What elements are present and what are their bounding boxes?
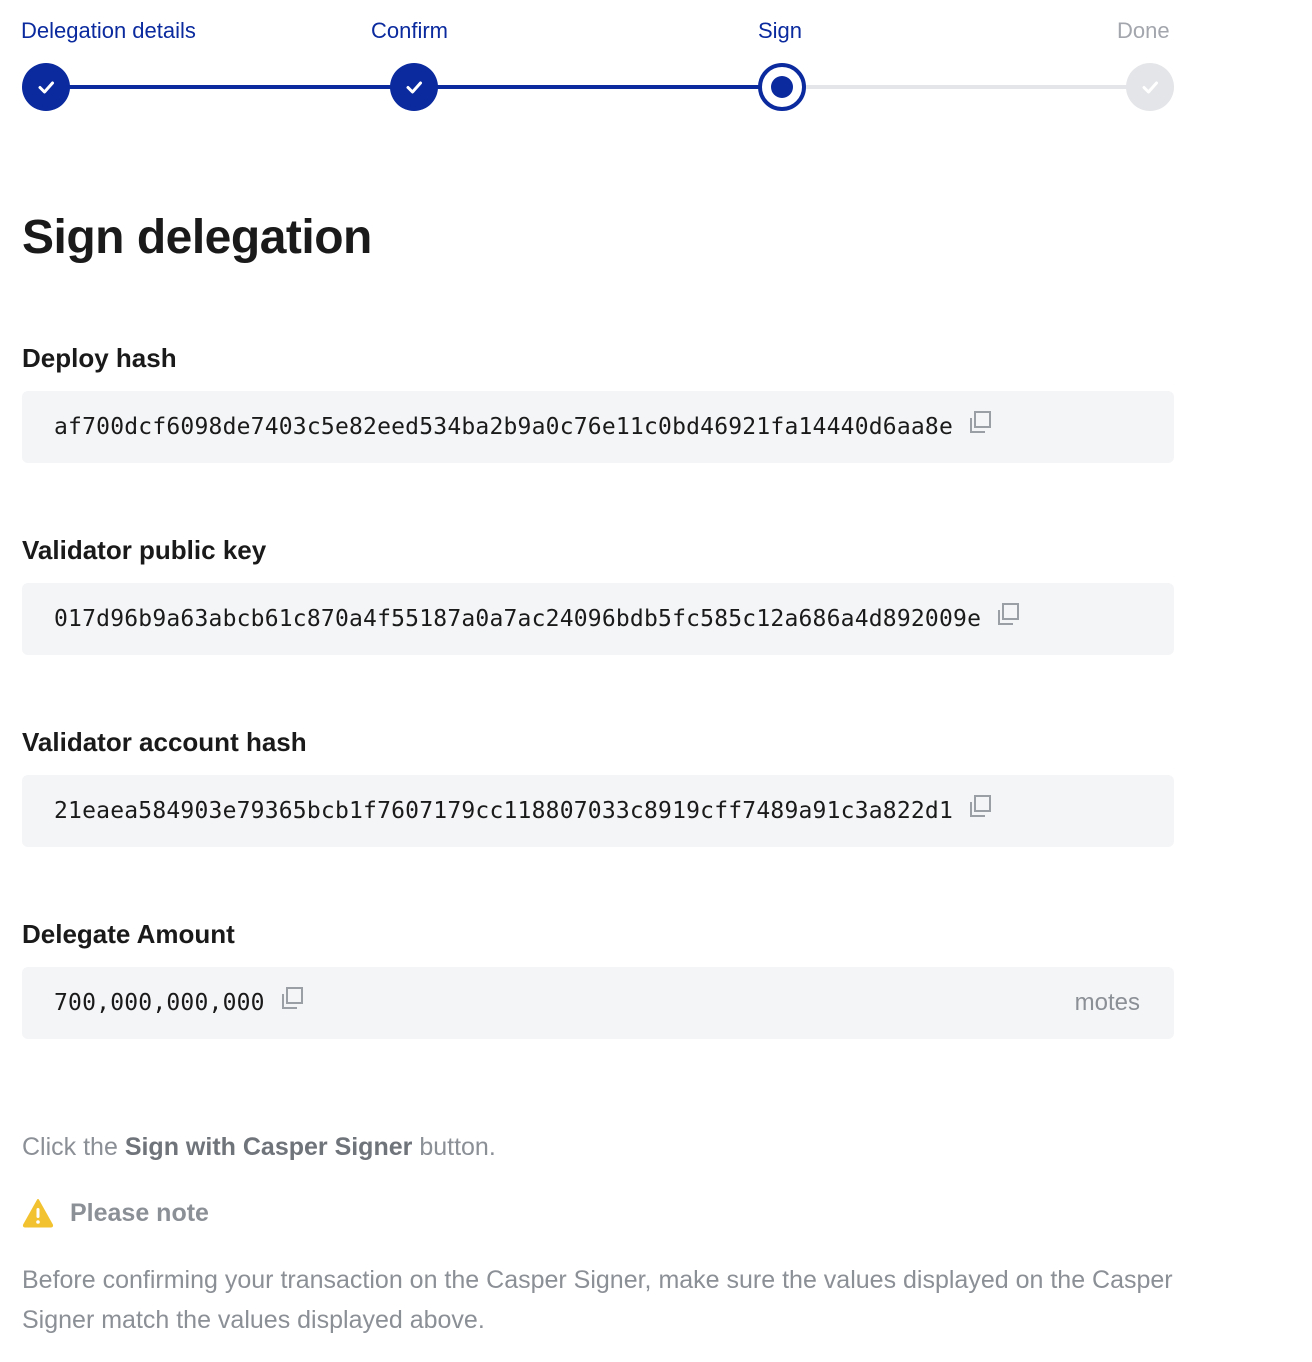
copy-icon[interactable] <box>995 602 1021 628</box>
check-icon <box>38 81 54 94</box>
note-title: Please note <box>70 1198 209 1227</box>
stepper-track-pending <box>782 85 1150 89</box>
step-sign-current <box>758 63 806 111</box>
note-header: Please note <box>22 1198 209 1228</box>
delegate-amount-field: 700,000,000,000 motes <box>22 967 1174 1039</box>
sign-instructions: Click the Sign with Casper Signer button… <box>22 1133 496 1162</box>
validator-account-hash-field: 21eaea584903e79365bcb1f7607179cc11880703… <box>22 775 1174 847</box>
step-label-confirm: Confirm <box>371 18 449 43</box>
deploy-hash-value: af700dcf6098de7403c5e82eed534ba2b9a0c76e… <box>54 414 954 440</box>
copy-icon[interactable] <box>967 410 993 436</box>
validator-account-hash-label: Validator account hash <box>22 727 307 757</box>
deploy-hash-label: Deploy hash <box>22 343 177 373</box>
deploy-hash-field: af700dcf6098de7403c5e82eed534ba2b9a0c76e… <box>22 391 1174 463</box>
step-delegation-details-complete <box>22 63 70 111</box>
amount-unit: motes <box>1074 989 1140 1016</box>
validator-account-hash-value: 21eaea584903e79365bcb1f7607179cc11880703… <box>54 798 954 824</box>
validator-public-key-field: 017d96b9a63abcb61c870a4f55187a0a7ac24096… <box>22 583 1174 655</box>
current-step-dot <box>771 76 793 98</box>
copy-icon[interactable] <box>967 794 993 820</box>
instructions-prefix: Click the <box>22 1133 125 1161</box>
instructions-suffix: button. <box>412 1133 496 1161</box>
validator-public-key-value: 017d96b9a63abcb61c870a4f55187a0a7ac24096… <box>54 606 982 632</box>
note-body: Before confirming your transaction on th… <box>22 1266 1173 1334</box>
check-icon <box>1142 81 1158 94</box>
warning-icon <box>22 1199 54 1228</box>
delegate-amount-label: Delegate Amount <box>22 919 235 949</box>
step-label-delegation-details: Delegation details <box>21 18 196 43</box>
step-label-sign: Sign <box>758 18 803 43</box>
progress-stepper: Delegation details Confirm Sign Done <box>0 0 1312 130</box>
step-confirm-complete <box>390 63 438 111</box>
step-label-done: Done <box>1117 18 1170 43</box>
page-title: Sign delegation <box>22 211 372 264</box>
instructions-button-name: Sign with Casper Signer <box>124 1133 413 1161</box>
validator-public-key-label: Validator public key <box>22 535 267 565</box>
delegate-amount-value: 700,000,000,000 <box>54 990 265 1016</box>
step-done-pending <box>1126 63 1174 111</box>
copy-icon[interactable] <box>279 986 305 1012</box>
check-icon <box>406 81 422 94</box>
